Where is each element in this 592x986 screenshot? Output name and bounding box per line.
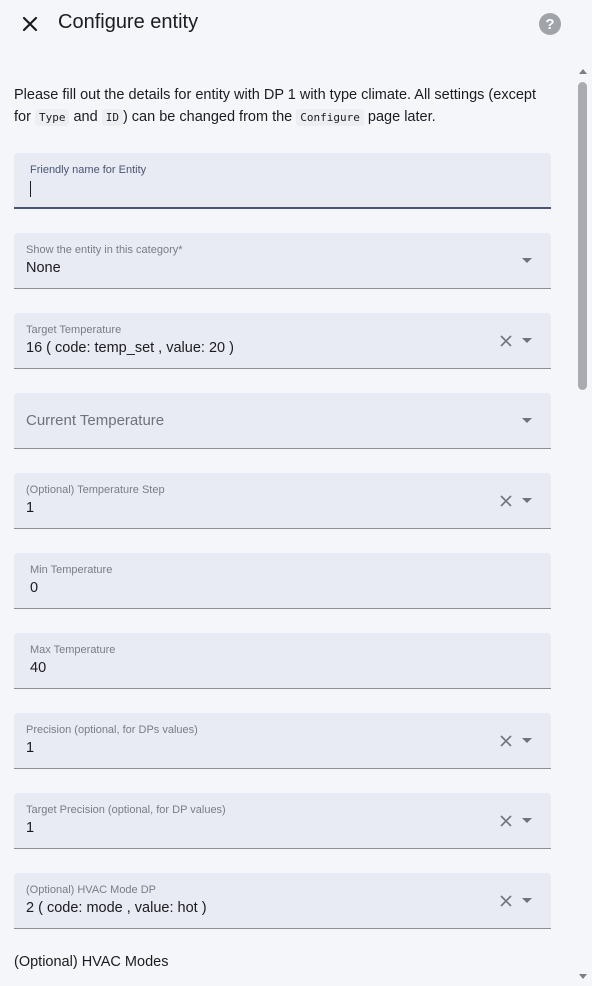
code-type: Type (34, 109, 70, 126)
scrollbar-thumb[interactable] (578, 82, 587, 390)
text-cursor (30, 181, 31, 197)
code-configure: Configure (296, 109, 364, 126)
help-icon[interactable]: ? (539, 13, 561, 35)
target-temperature-label: Target Temperature (26, 324, 122, 336)
chevron-down-icon[interactable] (520, 257, 534, 265)
min-temperature-label: Min Temperature (30, 564, 113, 576)
scrollbar[interactable] (576, 66, 590, 986)
precision-select[interactable]: Precision (optional, for DPs values) 1 (14, 713, 551, 769)
clear-icon[interactable] (497, 732, 515, 750)
temperature-step-value: 1 (26, 500, 35, 516)
precision-value: 1 (26, 740, 35, 756)
chevron-down-icon[interactable] (520, 497, 534, 505)
description-text: Please fill out the details for entity w… (14, 87, 536, 126)
category-value: None (26, 260, 61, 276)
target-precision-value: 1 (26, 820, 35, 836)
friendly-name-label: Friendly name for Entity (30, 164, 147, 176)
chevron-down-icon[interactable] (520, 737, 534, 745)
scroll-up-arrow[interactable] (579, 69, 587, 74)
target-precision-label: Target Precision (optional, for DP value… (26, 804, 226, 816)
current-temperature-select[interactable]: Current Temperature (14, 393, 551, 449)
target-temperature-select[interactable]: Target Temperature 16 ( code: temp_set ,… (14, 313, 551, 369)
max-temperature-label: Max Temperature (30, 644, 116, 656)
chevron-down-icon[interactable] (520, 337, 534, 345)
temperature-step-label: (Optional) Temperature Step (26, 484, 165, 496)
clear-icon[interactable] (497, 812, 515, 830)
dialog-title: Configure entity (58, 11, 199, 33)
temperature-step-select[interactable]: (Optional) Temperature Step 1 (14, 473, 551, 529)
min-temperature-field[interactable]: Min Temperature 0 (14, 553, 551, 609)
chevron-down-icon[interactable] (520, 897, 534, 905)
category-select[interactable]: Show the entity in this category* None (14, 233, 551, 289)
min-temperature-value: 0 (30, 580, 39, 596)
hvac-modes-label: (Optional) HVAC Modes (14, 954, 169, 970)
hvac-mode-dp-value: 2 ( code: mode , value: hot ) (26, 900, 207, 916)
target-temperature-value: 16 ( code: temp_set , value: 20 ) (26, 340, 234, 356)
target-precision-select[interactable]: Target Precision (optional, for DP value… (14, 793, 551, 849)
max-temperature-field[interactable]: Max Temperature 40 (14, 633, 551, 689)
chevron-down-icon[interactable] (520, 417, 534, 425)
precision-label: Precision (optional, for DPs values) (26, 724, 198, 736)
chevron-down-icon[interactable] (520, 817, 534, 825)
dialog-header: Configure entity ? (0, 0, 592, 48)
max-temperature-value: 40 (30, 660, 47, 676)
hvac-mode-dp-select[interactable]: (Optional) HVAC Mode DP 2 ( code: mode ,… (14, 873, 551, 929)
code-id: ID (101, 109, 123, 126)
clear-icon[interactable] (497, 892, 515, 910)
friendly-name-field[interactable]: Friendly name for Entity (14, 153, 551, 209)
scroll-down-arrow[interactable] (579, 974, 587, 979)
current-temperature-placeholder: Current Temperature (26, 412, 165, 429)
dialog-content: Please fill out the details for entity w… (0, 66, 574, 986)
hvac-mode-dp-label: (Optional) HVAC Mode DP (26, 884, 157, 896)
clear-icon[interactable] (497, 492, 515, 510)
close-button[interactable] (16, 10, 44, 38)
clear-icon[interactable] (497, 332, 515, 350)
category-label: Show the entity in this category* (26, 244, 183, 256)
close-icon (22, 16, 38, 32)
